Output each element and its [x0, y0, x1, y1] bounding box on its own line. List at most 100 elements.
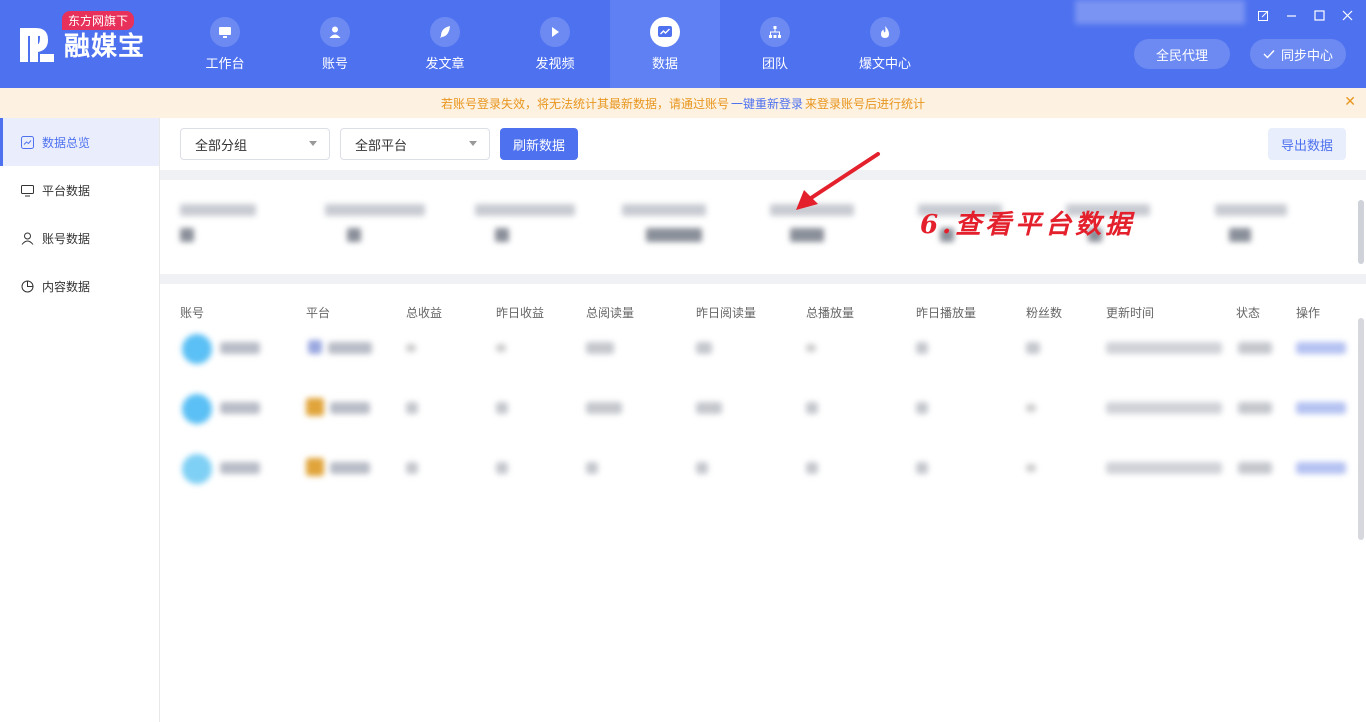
refresh-data-button[interactable]: 刷新数据 — [500, 128, 578, 160]
sidebar-item-account[interactable]: 账号数据 — [0, 214, 159, 262]
sidebar-item-platform[interactable]: 平台数据 — [0, 166, 159, 214]
nav-item-publish-video[interactable]: 发视频 — [500, 0, 610, 88]
column-header: 昨日播放量 — [916, 306, 977, 320]
top-header: 融媒宝 东方网旗下 工作台 账号 发文章 发视频 数据 团队 爆文中心 全民代理… — [0, 0, 1366, 88]
blurred-user-info — [1075, 0, 1245, 24]
sidebar-item-overview[interactable]: 数据总览 — [0, 118, 159, 166]
login-notice-bar: 若账号登录失效，将无法统计其最新数据，请通过账号 一键重新登录 来登录账号后进行… — [0, 88, 1366, 118]
flame-icon — [870, 16, 900, 47]
export-data-button[interactable]: 导出数据 — [1268, 128, 1346, 160]
sidebar-item-label: 平台数据 — [42, 183, 91, 198]
table-row — [160, 320, 1366, 380]
nav-item-hot-articles[interactable]: 爆文中心 — [830, 0, 940, 88]
sidebar: 数据总览 平台数据 账号数据 内容数据 — [0, 118, 160, 722]
column-header: 账号 — [180, 306, 205, 320]
stat-card — [180, 204, 290, 242]
user-icon — [320, 16, 350, 47]
tutorial-annotation: 6.查看平台数据 — [920, 210, 1136, 240]
sync-center-button[interactable]: 同步中心 — [1250, 39, 1346, 69]
section-divider — [160, 170, 1366, 180]
agent-button-label: 全民代理 — [1155, 48, 1208, 64]
check-icon — [1263, 49, 1275, 59]
avatar — [182, 454, 212, 484]
agent-button[interactable]: 全民代理 — [1134, 39, 1230, 69]
main-nav: 工作台 账号 发文章 发视频 数据 团队 爆文中心 — [170, 0, 940, 88]
group-select-value: 全部分组 — [195, 138, 248, 154]
app-name: 融媒宝 — [64, 31, 146, 62]
window-controls — [1254, 6, 1356, 24]
account-data-table: 账号 平台 总收益 昨日收益 总阅读量 昨日阅读量 总播放量 昨日播放量 粉丝数… — [160, 284, 1366, 722]
platform-icon — [306, 398, 324, 416]
monitor-icon — [210, 16, 240, 47]
platform-icon — [308, 340, 322, 354]
nav-label: 发文章 — [425, 56, 465, 72]
pie-icon — [20, 279, 34, 293]
sidebar-item-label: 内容数据 — [42, 279, 91, 294]
org-icon — [760, 16, 790, 47]
filter-toolbar: 全部分组 全部平台 刷新数据 导出数据 — [160, 118, 1366, 170]
close-icon[interactable] — [1338, 6, 1356, 24]
sidebar-item-content[interactable]: 内容数据 — [0, 262, 159, 310]
maximize-icon[interactable] — [1310, 6, 1328, 24]
avatar — [182, 334, 212, 364]
column-header: 操作 — [1296, 306, 1321, 320]
row-action[interactable] — [1296, 462, 1346, 474]
nav-item-publish-article[interactable]: 发文章 — [390, 0, 500, 88]
nav-label: 发视频 — [535, 56, 575, 72]
notice-prefix: 若账号登录失效，将无法统计其最新数据，请通过账号 — [440, 96, 729, 111]
stat-card — [622, 204, 732, 242]
row-action[interactable] — [1296, 342, 1346, 354]
trend-chart-icon — [20, 135, 34, 149]
stats-summary: 6.查看平台数据 — [160, 180, 1366, 274]
column-header: 昨日阅读量 — [696, 306, 757, 320]
monitor-icon — [20, 183, 34, 197]
group-select[interactable]: 全部分组 — [180, 128, 330, 160]
table-scrollbar[interactable] — [1358, 318, 1364, 540]
nav-item-data[interactable]: 数据 — [610, 0, 720, 88]
nav-label: 工作台 — [205, 56, 245, 72]
platform-select-value: 全部平台 — [355, 138, 408, 154]
stat-card — [475, 204, 585, 242]
nav-label: 爆文中心 — [858, 56, 911, 72]
notice-suffix: 来登录账号后进行统计 — [805, 96, 926, 111]
table-row — [160, 440, 1366, 500]
table-row — [160, 380, 1366, 440]
sidebar-item-label: 账号数据 — [42, 231, 91, 246]
nav-label: 账号 — [321, 56, 348, 72]
nav-item-workbench[interactable]: 工作台 — [170, 0, 280, 88]
column-header: 平台 — [306, 306, 331, 320]
avatar — [182, 394, 212, 424]
relogin-link[interactable]: 一键重新登录 — [731, 95, 803, 112]
caret-down-icon — [309, 141, 317, 146]
chart-icon — [650, 16, 680, 47]
stat-card — [770, 204, 880, 242]
column-header: 总阅读量 — [586, 306, 635, 320]
column-header: 总播放量 — [806, 306, 855, 320]
nav-item-team[interactable]: 团队 — [720, 0, 830, 88]
nav-label: 团队 — [761, 56, 788, 72]
logo-mark-icon — [18, 24, 56, 64]
stat-card — [325, 204, 435, 242]
sync-button-label: 同步中心 — [1280, 48, 1333, 64]
export-button-label: 导出数据 — [1280, 138, 1333, 154]
sidebar-item-label: 数据总览 — [42, 135, 91, 150]
nav-label: 数据 — [651, 56, 678, 72]
feather-icon — [430, 16, 460, 47]
minimize-icon[interactable] — [1282, 6, 1300, 24]
row-action[interactable] — [1296, 402, 1346, 414]
section-divider — [160, 274, 1366, 284]
main-content: 全部分组 全部平台 刷新数据 导出数据 6.查看平台数据 账号 平台 总收益 昨… — [160, 118, 1366, 722]
brand-badge: 东方网旗下 — [62, 11, 135, 30]
column-header: 更新时间 — [1106, 306, 1155, 320]
edit-icon[interactable] — [1254, 6, 1272, 24]
column-header: 状态 — [1236, 306, 1261, 320]
user-icon — [20, 231, 34, 245]
stat-card — [1215, 204, 1325, 242]
platform-icon — [306, 458, 324, 476]
column-header: 总收益 — [406, 306, 443, 320]
platform-select[interactable]: 全部平台 — [340, 128, 490, 160]
nav-item-account[interactable]: 账号 — [280, 0, 390, 88]
close-icon[interactable]: ✕ — [1344, 94, 1356, 110]
stats-scrollbar[interactable] — [1358, 200, 1364, 264]
play-icon — [540, 16, 570, 47]
